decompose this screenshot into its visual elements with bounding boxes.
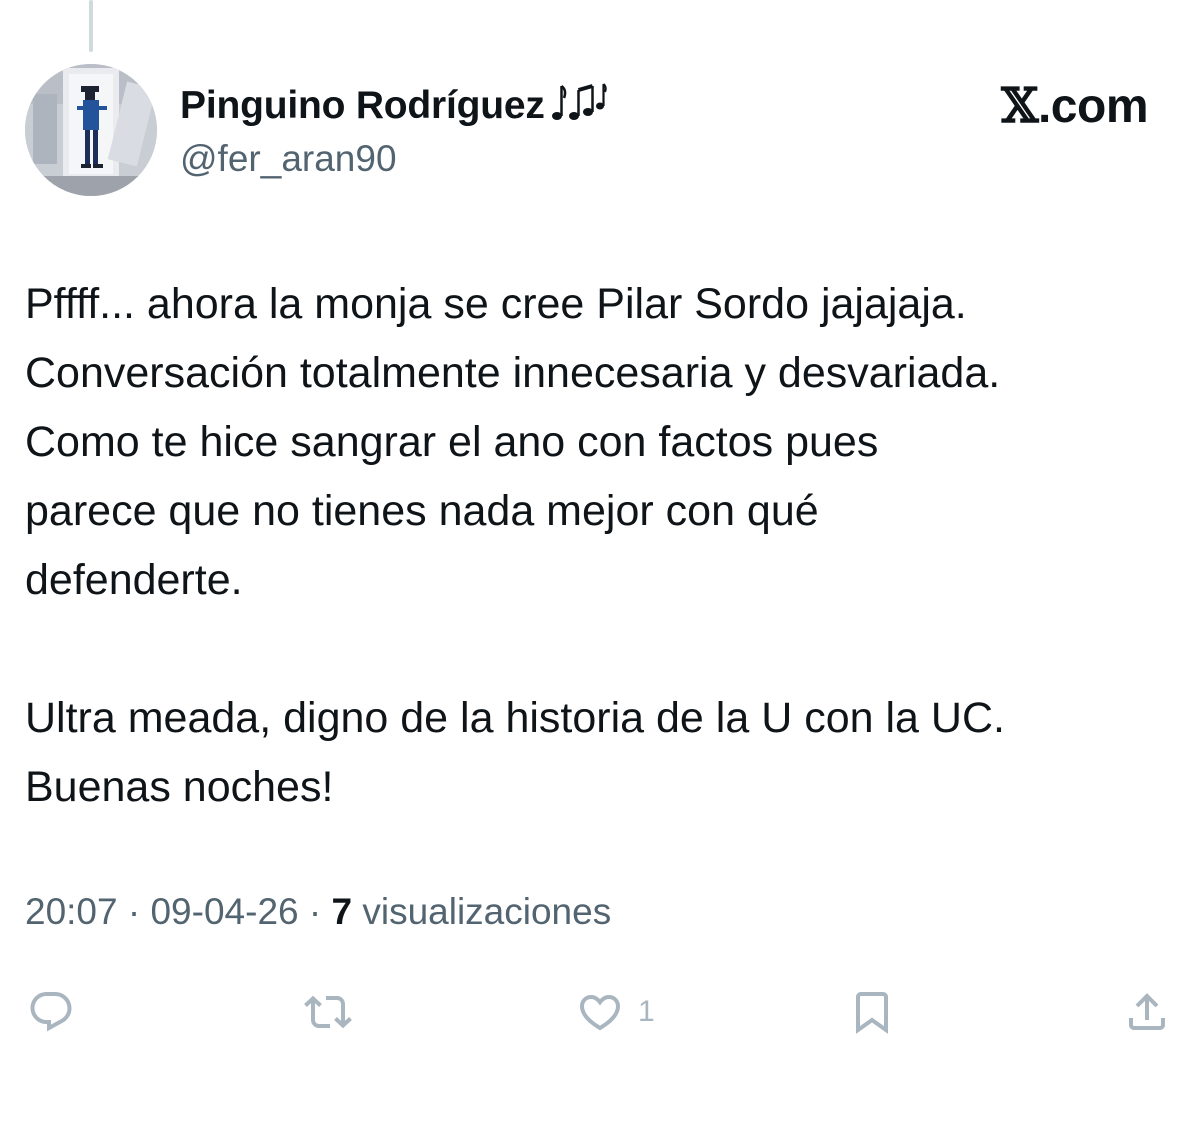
bookmark-icon — [856, 992, 888, 1034]
avatar-pixel-figure — [25, 64, 157, 196]
tweet-meta: 20:07 · 09-04-26 · 7 visualizaciones — [25, 889, 611, 935]
x-logo-icon: 𝕏 — [1001, 78, 1038, 134]
reply-icon — [30, 992, 72, 1032]
tweet-paragraph-2: Ultra meada, digno de la historia de la … — [25, 694, 1005, 811]
tweet-paragraph-1: Pffff... ahora la monja se cree Pilar So… — [25, 280, 1001, 604]
thread-connector-line — [89, 0, 93, 52]
retweet-icon — [304, 995, 352, 1029]
author-handle[interactable]: @fer_aran90 — [180, 137, 397, 181]
heart-icon — [579, 995, 621, 1031]
author-name-text: Pinguino Rodríguez — [180, 84, 545, 127]
retweet-button[interactable] — [304, 988, 352, 1036]
brand-domain: .com — [1037, 80, 1149, 133]
x-com-brand: 𝕏.com — [1001, 79, 1148, 134]
share-button[interactable] — [1123, 988, 1171, 1036]
tweet-time[interactable]: 20:07 — [25, 891, 118, 932]
musical-notes-emoji — [551, 80, 607, 135]
author-display-name[interactable]: Pinguino Rodríguez — [180, 80, 607, 135]
meta-separator: · — [298, 891, 332, 932]
like-count: 1 — [638, 995, 655, 1028]
meta-separator: · — [117, 891, 151, 932]
tweet-text: Pffff... ahora la monja se cree Pilar So… — [25, 270, 1185, 822]
views-label: visualizaciones — [352, 891, 612, 932]
bookmark-button[interactable] — [848, 988, 896, 1036]
share-icon — [1129, 993, 1165, 1030]
like-button[interactable]: 1 — [576, 988, 655, 1036]
reply-button[interactable] — [27, 988, 75, 1036]
views-count: 7 — [331, 891, 353, 932]
avatar[interactable] — [25, 64, 157, 196]
tweet-date[interactable]: 09-04-26 — [150, 891, 298, 932]
